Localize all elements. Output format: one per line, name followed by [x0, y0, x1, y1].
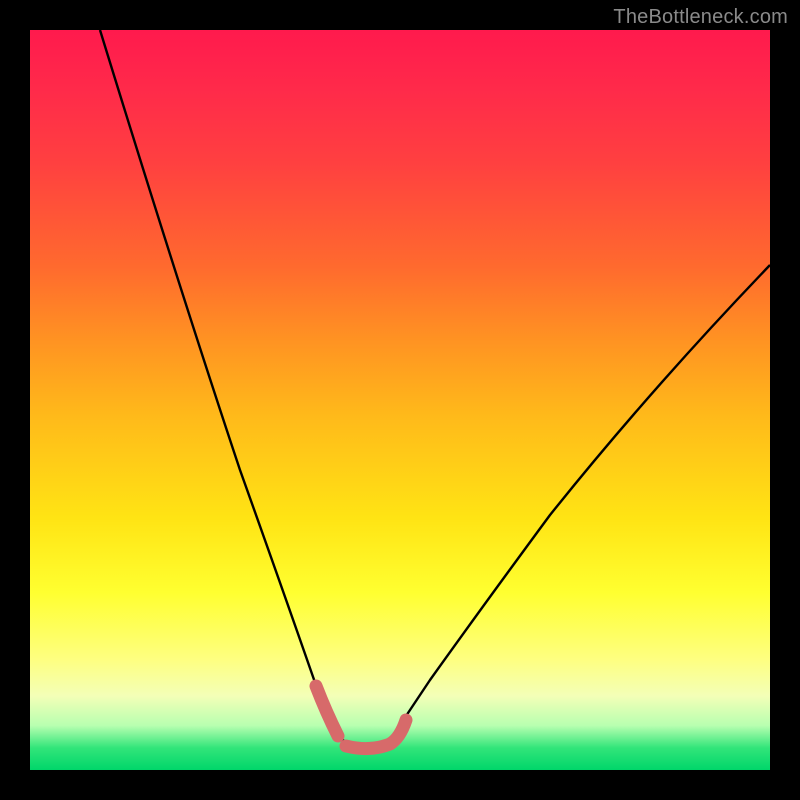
pink-segment-right: [346, 720, 406, 749]
watermark-text: TheBottleneck.com: [613, 6, 788, 29]
left-curve: [100, 30, 338, 738]
chart-frame: TheBottleneck.com: [0, 0, 800, 800]
plot-area: [30, 30, 770, 770]
right-curve: [402, 265, 770, 722]
pink-segment-left: [316, 686, 338, 736]
curve-layer: [30, 30, 770, 770]
